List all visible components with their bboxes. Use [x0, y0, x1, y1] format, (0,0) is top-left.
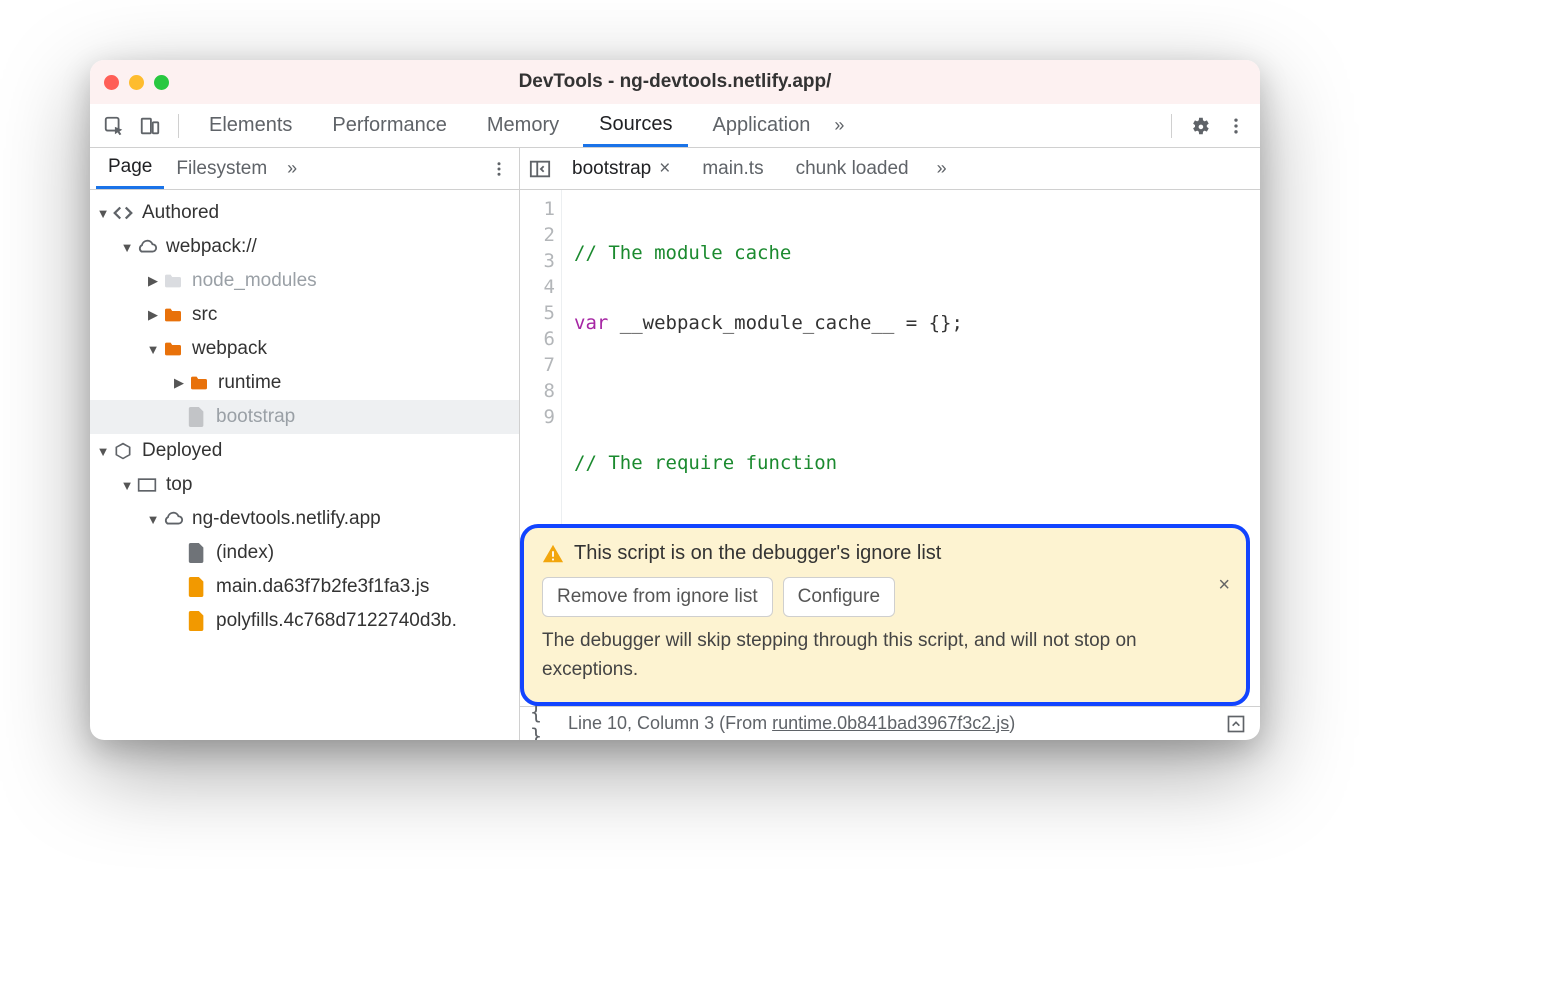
tree-label: polyfills.4c768d7122740d3b.	[216, 610, 457, 632]
banner-header: This script is on the debugger's ignore …	[542, 542, 1228, 565]
chevron-right-icon: ▶	[146, 307, 160, 323]
file-tab-label: bootstrap	[572, 158, 651, 180]
tree-label: Deployed	[142, 440, 222, 462]
tree-polyjs[interactable]: polyfills.4c768d7122740d3b.	[90, 604, 519, 638]
more-tabs-icon[interactable]: »	[834, 115, 844, 136]
chevron-down-icon: ▼	[146, 342, 160, 357]
file-tab-bootstrap[interactable]: bootstrap ×	[558, 148, 684, 189]
tree-runtime[interactable]: ▶ runtime	[90, 366, 519, 400]
ignore-list-banner: This script is on the debugger's ignore …	[520, 524, 1250, 706]
file-tab-main[interactable]: main.ts	[688, 148, 777, 189]
tree-authored[interactable]: ▼ Authored	[90, 196, 519, 230]
tree-top[interactable]: ▼ top	[90, 468, 519, 502]
close-icon[interactable]: ×	[1218, 574, 1230, 597]
tree-bootstrap[interactable]: bootstrap	[90, 400, 519, 434]
toggle-navigator-icon[interactable]	[526, 155, 554, 183]
tree-webpack-dir[interactable]: ▼ webpack	[90, 332, 519, 366]
sidebar-tabs: Page Filesystem »	[90, 148, 519, 190]
file-icon	[186, 542, 208, 564]
folder-icon	[162, 270, 184, 292]
chevron-down-icon: ▼	[120, 478, 134, 493]
file-js-icon	[186, 610, 208, 632]
file-tab-chunk[interactable]: chunk loaded	[782, 148, 923, 189]
tab-application[interactable]: Application	[696, 104, 826, 147]
inspect-icon[interactable]	[100, 112, 128, 140]
chevron-down-icon: ▼	[146, 512, 160, 527]
tree-mainjs[interactable]: main.da63f7b2fe3f1fa3.js	[90, 570, 519, 604]
more-file-tabs-icon[interactable]: »	[927, 158, 957, 179]
titlebar: DevTools - ng-devtools.netlify.app/	[90, 60, 1260, 104]
editor-statusbar: { } Line 10, Column 3 (From runtime.0b84…	[520, 706, 1260, 740]
device-icon[interactable]	[136, 112, 164, 140]
tab-performance[interactable]: Performance	[316, 104, 463, 147]
file-tabs: bootstrap × main.ts chunk loaded »	[520, 148, 1260, 190]
separator	[1171, 114, 1172, 138]
chevron-down-icon: ▼	[96, 206, 110, 221]
tree-label: webpack	[192, 338, 267, 360]
banner-title: This script is on the debugger's ignore …	[574, 542, 941, 565]
tree-src[interactable]: ▶ src	[90, 298, 519, 332]
tree-node-modules[interactable]: ▶ node_modules	[90, 264, 519, 298]
collapse-icon[interactable]	[1222, 710, 1250, 738]
banner-description: The debugger will skip stepping through …	[542, 627, 1228, 684]
tree-label: src	[192, 304, 217, 326]
configure-button[interactable]: Configure	[783, 577, 895, 617]
tree-deployed[interactable]: ▼ Deployed	[90, 434, 519, 468]
close-icon[interactable]: ×	[659, 158, 670, 180]
box-icon	[112, 440, 134, 462]
file-tab-label: chunk loaded	[796, 158, 909, 180]
file-tab-label: main.ts	[702, 158, 763, 180]
file-icon	[186, 406, 208, 428]
chevron-right-icon: ▶	[172, 375, 186, 391]
folder-icon	[188, 372, 210, 394]
devtools-window: DevTools - ng-devtools.netlify.app/ Elem…	[90, 60, 1260, 740]
frame-icon	[136, 474, 158, 496]
tree-label: top	[166, 474, 192, 496]
tree-index[interactable]: (index)	[90, 536, 519, 570]
tree-label: runtime	[218, 372, 281, 394]
tree-label: Authored	[142, 202, 219, 224]
gear-icon[interactable]	[1186, 112, 1214, 140]
banner-buttons: Remove from ignore list Configure	[542, 577, 1228, 617]
folder-open-icon	[162, 338, 184, 360]
sidebar-tab-filesystem[interactable]: Filesystem	[164, 148, 279, 189]
tab-memory[interactable]: Memory	[471, 104, 575, 147]
warning-icon	[542, 543, 564, 565]
pretty-print-icon[interactable]: { }	[530, 710, 558, 738]
source-link[interactable]: runtime.0b841bad3967f3c2.js	[772, 713, 1009, 733]
sidebar-tab-page[interactable]: Page	[96, 148, 164, 189]
cloud-icon	[136, 236, 158, 258]
folder-icon	[162, 304, 184, 326]
sidebar-more-icon[interactable]: »	[279, 158, 305, 179]
chevron-right-icon: ▶	[146, 273, 160, 289]
main-toolbar: Elements Performance Memory Sources Appl…	[90, 104, 1260, 148]
tab-elements[interactable]: Elements	[193, 104, 308, 147]
code-icon	[112, 202, 134, 224]
cloud-icon	[162, 508, 184, 530]
file-js-icon	[186, 576, 208, 598]
separator	[178, 114, 179, 138]
chevron-down-icon: ▼	[96, 444, 110, 459]
tree-label: node_modules	[192, 270, 317, 292]
tree-label: webpack://	[166, 236, 257, 258]
tree-webpack-root[interactable]: ▼ webpack://	[90, 230, 519, 264]
tree-label: ng-devtools.netlify.app	[192, 508, 381, 530]
tree-label: (index)	[216, 542, 274, 564]
kebab-icon[interactable]	[1222, 112, 1250, 140]
tree-domain[interactable]: ▼ ng-devtools.netlify.app	[90, 502, 519, 536]
main-area: Page Filesystem » ▼ Authored ▼ webpack:/…	[90, 148, 1260, 740]
sidebar-kebab-icon[interactable]	[485, 155, 513, 183]
tab-sources[interactable]: Sources	[583, 104, 688, 147]
sources-sidebar: Page Filesystem » ▼ Authored ▼ webpack:/…	[90, 148, 520, 740]
window-title: DevTools - ng-devtools.netlify.app/	[90, 71, 1260, 93]
tree-label: main.da63f7b2fe3f1fa3.js	[216, 576, 429, 598]
chevron-down-icon: ▼	[120, 240, 134, 255]
editor-panel: bootstrap × main.ts chunk loaded » 1 2 3…	[520, 148, 1260, 740]
cursor-position: Line 10, Column 3 (From runtime.0b841bad…	[568, 713, 1015, 734]
file-tree: ▼ Authored ▼ webpack:// ▶ node_modules ▶	[90, 190, 519, 740]
tree-label: bootstrap	[216, 406, 295, 428]
remove-ignore-button[interactable]: Remove from ignore list	[542, 577, 773, 617]
